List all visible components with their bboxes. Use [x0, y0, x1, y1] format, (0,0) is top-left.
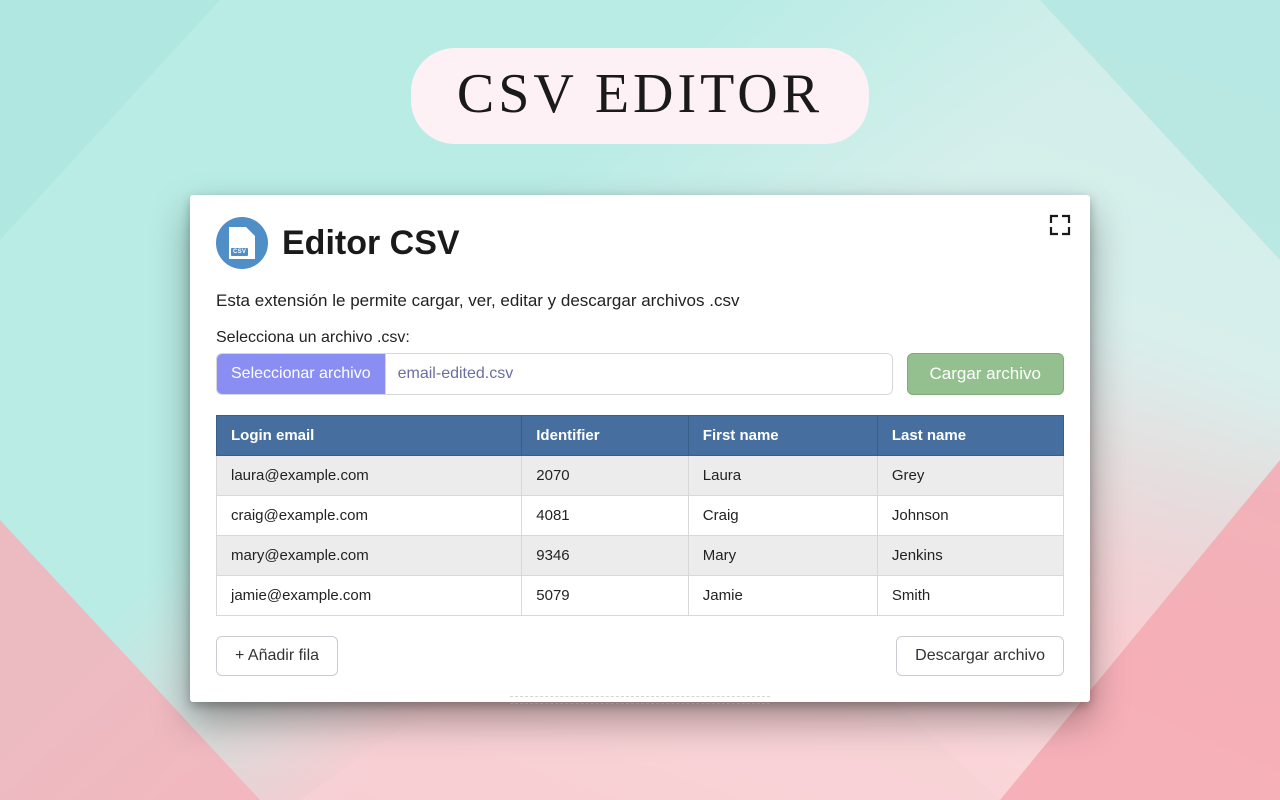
panel-description: Esta extensión le permite cargar, ver, e…	[216, 291, 1064, 311]
table-cell[interactable]: craig@example.com	[217, 496, 522, 536]
column-header[interactable]: First name	[688, 416, 877, 456]
table-cell[interactable]: Grey	[877, 456, 1063, 496]
column-header[interactable]: Last name	[877, 416, 1063, 456]
table-cell[interactable]: laura@example.com	[217, 456, 522, 496]
table-cell[interactable]: Johnson	[877, 496, 1063, 536]
table-cell[interactable]: Jenkins	[877, 536, 1063, 576]
load-file-button[interactable]: Cargar archivo	[907, 353, 1065, 395]
table-cell[interactable]: jamie@example.com	[217, 576, 522, 616]
table-row: mary@example.com9346MaryJenkins	[217, 536, 1064, 576]
table-row: jamie@example.com5079JamieSmith	[217, 576, 1064, 616]
table-row: laura@example.com2070LauraGrey	[217, 456, 1064, 496]
select-file-button[interactable]: Seleccionar archivo	[217, 354, 386, 394]
table-cell[interactable]: Smith	[877, 576, 1063, 616]
expand-button[interactable]	[1046, 211, 1074, 239]
csv-logo-tag: CSV	[231, 248, 248, 256]
file-picker-row: Seleccionar archivo email-edited.csv Car…	[216, 353, 1064, 395]
expand-icon	[1048, 213, 1072, 237]
column-header[interactable]: Identifier	[522, 416, 689, 456]
file-input[interactable]: Seleccionar archivo email-edited.csv	[216, 353, 893, 395]
table-cell[interactable]: 2070	[522, 456, 689, 496]
add-row-button[interactable]: + Añadir fila	[216, 636, 338, 676]
page-title: CSV EDITOR	[457, 63, 823, 125]
table-cell[interactable]: Mary	[688, 536, 877, 576]
table-cell[interactable]: mary@example.com	[217, 536, 522, 576]
table-cell[interactable]: Jamie	[688, 576, 877, 616]
table-cell[interactable]: Laura	[688, 456, 877, 496]
column-header[interactable]: Login email	[217, 416, 522, 456]
selected-filename: email-edited.csv	[386, 354, 892, 394]
file-picker-label: Selecciona un archivo .csv:	[216, 329, 1064, 347]
table-cell[interactable]: 5079	[522, 576, 689, 616]
table-row: craig@example.com4081CraigJohnson	[217, 496, 1064, 536]
resize-handle[interactable]	[510, 696, 770, 704]
download-file-button[interactable]: Descargar archivo	[896, 636, 1064, 676]
panel-header: CSV Editor CSV	[216, 217, 1064, 269]
csv-table: Login emailIdentifierFirst nameLast name…	[216, 415, 1064, 616]
table-cell[interactable]: Craig	[688, 496, 877, 536]
table-cell[interactable]: 9346	[522, 536, 689, 576]
editor-panel: CSV Editor CSV Esta extensión le permite…	[190, 195, 1090, 702]
page-title-banner: CSV EDITOR	[411, 48, 869, 144]
table-cell[interactable]: 4081	[522, 496, 689, 536]
csv-logo-icon: CSV	[216, 217, 268, 269]
table-actions: + Añadir fila Descargar archivo	[216, 636, 1064, 676]
panel-title: Editor CSV	[282, 224, 460, 263]
